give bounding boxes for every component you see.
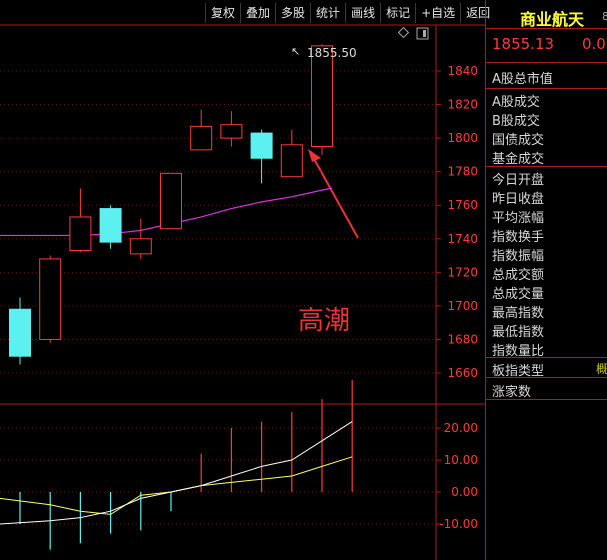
candle-body — [280, 144, 303, 178]
info-row-low: 最低指数 — [492, 325, 545, 340]
high-marker-label: 1855.50 — [307, 46, 357, 60]
panel-divider — [486, 62, 607, 63]
info-row-advancers: 涨家数 — [492, 385, 532, 400]
panel-divider — [486, 88, 607, 89]
info-panel: 商业航天 8 1855.13 0.0 A股总市值 A股成交 B股成交 国债成交 … — [485, 0, 607, 560]
panel-divider — [486, 28, 607, 29]
candle-body — [160, 172, 182, 230]
info-row-prev-close: 昨日收盘 — [492, 192, 545, 207]
macd-tick-label: -10.00 — [439, 517, 478, 531]
info-row-bond-turnover: 国债成交 — [492, 133, 545, 148]
price-tick-label: 1660 — [447, 366, 478, 380]
current-price: 1855.13 — [492, 35, 555, 53]
candle-body — [311, 45, 333, 147]
annotation-label: 高潮 — [298, 306, 350, 336]
macd-dif-line — [0, 421, 353, 525]
info-row-b-turnover: B股成交 — [492, 114, 540, 129]
price-tick-label: 1740 — [447, 232, 478, 246]
diamond-icon[interactable] — [397, 26, 410, 39]
candle-body — [190, 125, 213, 151]
high-marker-arrow: ↖ — [291, 45, 300, 58]
price-tick-label: 1840 — [447, 64, 478, 78]
panel-divider — [486, 357, 607, 358]
info-row-a-turnover: A股成交 — [492, 95, 540, 110]
candle-body — [9, 308, 31, 357]
macd-tick-label: 0.00 — [451, 485, 478, 499]
price-tick-label: 1700 — [447, 299, 478, 313]
info-row-avg-change: 平均涨幅 — [492, 211, 545, 226]
candle-body — [129, 238, 152, 255]
candle-body — [69, 216, 92, 252]
info-row-total-mcap: A股总市值 — [492, 72, 553, 87]
annotation-arrow-line — [312, 156, 359, 239]
macd-tick-label: 10.00 — [444, 453, 478, 467]
price-change: 0.0 — [582, 35, 606, 53]
candle-body — [99, 208, 122, 243]
info-row-fund-turnover: 基金成交 — [492, 152, 545, 167]
info-row-open: 今日开盘 — [492, 173, 545, 188]
price-tick-label: 1760 — [447, 198, 478, 212]
stock-name: 商业航天 — [520, 10, 585, 29]
info-row-total-amount: 总成交额 — [492, 268, 545, 283]
info-row-total-volume: 总成交量 — [492, 287, 545, 302]
info-row-high: 最高指数 — [492, 306, 545, 321]
stock-chart-app: 复权 叠加 多股 统计 画线 标记 +自选 返回 1660 1680 1700 172… — [0, 0, 607, 560]
candle-body — [39, 258, 62, 340]
price-tick-label: 1680 — [447, 332, 478, 346]
chart-area[interactable]: 1660 1680 1700 1720 1740 1760 1780 1800 1820 1840… — [0, 0, 485, 560]
price-tick-label: 1820 — [447, 98, 478, 112]
candle-body — [220, 124, 243, 139]
panel-divider — [486, 377, 607, 378]
info-row-turnover-rate: 指数换手 — [492, 230, 545, 245]
board-type-value: 概 — [596, 362, 607, 376]
panel-toggle-icon[interactable] — [416, 27, 429, 40]
panel-divider — [486, 166, 607, 167]
price-tick-label: 1720 — [447, 265, 478, 279]
macd-tick-label: 20.00 — [444, 421, 478, 435]
annotation-arrowhead — [308, 149, 321, 162]
price-tick-label: 1800 — [447, 131, 478, 145]
panel-divider — [486, 399, 607, 400]
macd-dea-line — [0, 456, 353, 515]
price-tick-label: 1780 — [447, 165, 478, 179]
stock-code: 8 — [602, 10, 607, 23]
candle-body — [250, 132, 273, 159]
info-row-amplitude: 指数振幅 — [492, 249, 545, 264]
